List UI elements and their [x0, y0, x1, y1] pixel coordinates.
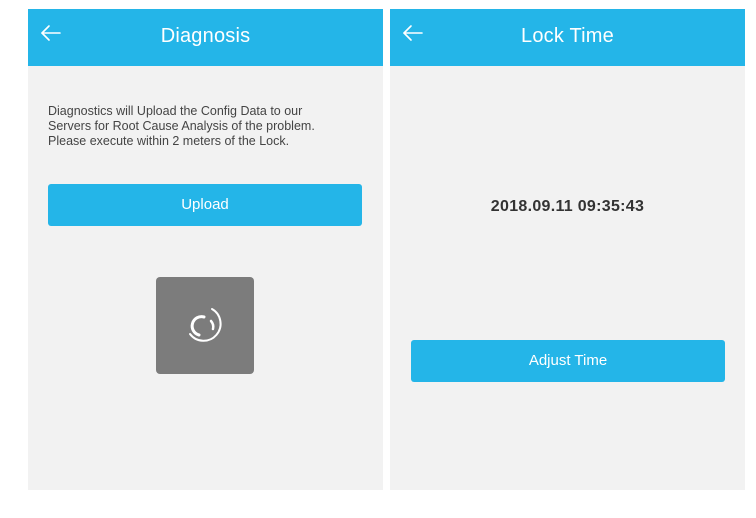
lock-time-screen: Lock Time 2018.09.11 09:35:43 Adjust Tim…: [390, 9, 745, 490]
diagnosis-description: Diagnostics will Upload the Config Data …: [48, 104, 368, 149]
page: Diagnosis Diagnostics will Upload the Co…: [0, 0, 756, 518]
lock-time-header: Lock Time: [390, 9, 745, 66]
lock-time-value: 2018.09.11 09:35:43: [490, 198, 645, 215]
spinner-icon: [189, 308, 222, 342]
page-title: Diagnosis: [160, 25, 251, 47]
diagnosis-header: Diagnosis: [28, 9, 383, 66]
description-line: Please execute within 2 meters of the Lo…: [48, 134, 290, 148]
page-title: Lock Time: [521, 25, 614, 47]
adjust-time-button[interactable]: Adjust Time: [411, 340, 725, 382]
description-line: Diagnostics will Upload the Config Data …: [48, 104, 303, 118]
description-line: Servers for Root Cause Analysis of the p…: [48, 119, 315, 133]
upload-button[interactable]: Upload: [48, 184, 362, 226]
diagnosis-screen: Diagnosis Diagnostics will Upload the Co…: [28, 9, 383, 490]
loading-indicator: [156, 277, 254, 374]
